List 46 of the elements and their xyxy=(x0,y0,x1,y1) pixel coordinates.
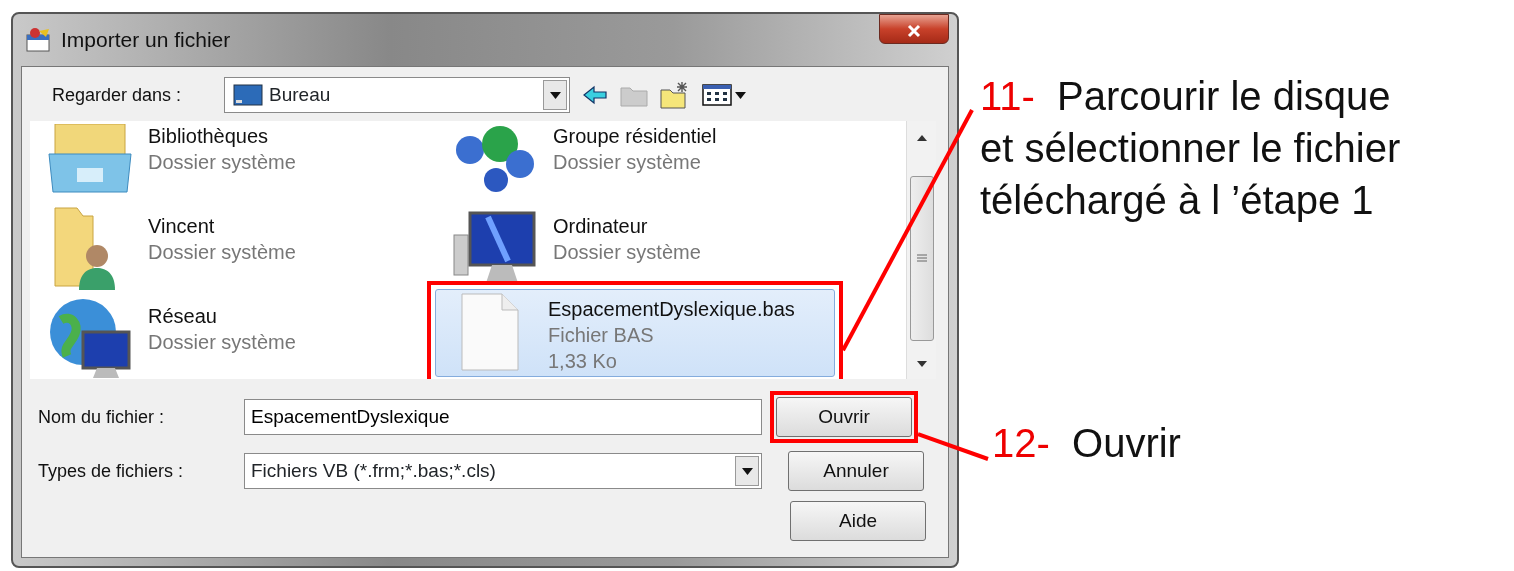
annotation-text: 11- Parcourir le disque et sélectionner le fichier téléchargé à l ’étape 1 xyxy=(980,73,1401,224)
new-folder-icon[interactable] xyxy=(660,81,690,109)
location-dropdown[interactable]: Bureau xyxy=(224,77,570,113)
window-title: Importer un fichier xyxy=(61,27,231,54)
file-type-dropdown[interactable]: Fichiers VB (*.frm;*.bas;*.cls) xyxy=(244,453,762,489)
file-name: Ordinateur xyxy=(553,214,649,239)
file-item[interactable]: Groupe résidentiel Dossier système xyxy=(441,121,841,197)
file-item[interactable]: Bibliothèques Dossier système xyxy=(36,121,436,197)
file-item[interactable]: Vincent Dossier système xyxy=(36,199,436,287)
annotation-text: 12- Ouvrir xyxy=(992,420,1181,467)
field-label: Nom du fichier : xyxy=(38,405,166,429)
dropdown-arrow-icon xyxy=(549,91,561,99)
file-type: Dossier système xyxy=(148,240,296,265)
file-type: Dossier système xyxy=(148,330,296,355)
file-name: Réseau xyxy=(148,304,218,329)
file-type: Dossier système xyxy=(148,150,296,175)
back-arrow-icon[interactable] xyxy=(582,85,608,105)
file-name: Groupe résidentiel xyxy=(553,124,717,149)
dialog-button[interactable]: Ouvrir xyxy=(776,397,912,437)
file-item[interactable]: EspacementDyslexique.bas Fichier BAS 1,33 Ko xyxy=(435,289,835,377)
file-name: Bibliothèques xyxy=(148,124,270,149)
file-name: EspacementDyslexique.bas xyxy=(548,297,795,322)
dropdown-arrow-icon xyxy=(741,467,753,475)
dialog-button[interactable]: Annuler xyxy=(788,451,924,491)
file-size: 1,33 Ko xyxy=(548,349,618,374)
file-type: Fichier BAS xyxy=(548,323,655,348)
file-type: Dossier système xyxy=(553,150,702,175)
file-item[interactable]: Ordinateur Dossier système xyxy=(441,199,841,287)
file-item[interactable]: Réseau Dossier système xyxy=(36,289,436,377)
scroll-up-arrow-icon[interactable] xyxy=(916,135,927,142)
scroll-down-arrow-icon[interactable] xyxy=(916,360,927,367)
file-name-field[interactable]: EspacementDyslexique xyxy=(244,399,762,435)
field-label: Regarder dans : xyxy=(51,83,183,107)
desktop-icon xyxy=(233,84,263,106)
file-type: Dossier système xyxy=(553,240,701,265)
app-icon xyxy=(25,27,53,53)
grip-icon xyxy=(916,253,927,263)
field-label: Types de fichiers : xyxy=(38,459,185,483)
file-name: Vincent xyxy=(148,214,216,239)
globe-monitor-icon xyxy=(47,296,133,379)
close-button[interactable] xyxy=(879,14,949,44)
dialog-button[interactable]: Aide xyxy=(790,501,926,541)
document-icon xyxy=(460,292,520,372)
close-icon xyxy=(907,23,921,38)
library-folder-icon xyxy=(47,124,133,194)
view-menu-icon[interactable] xyxy=(702,83,748,107)
